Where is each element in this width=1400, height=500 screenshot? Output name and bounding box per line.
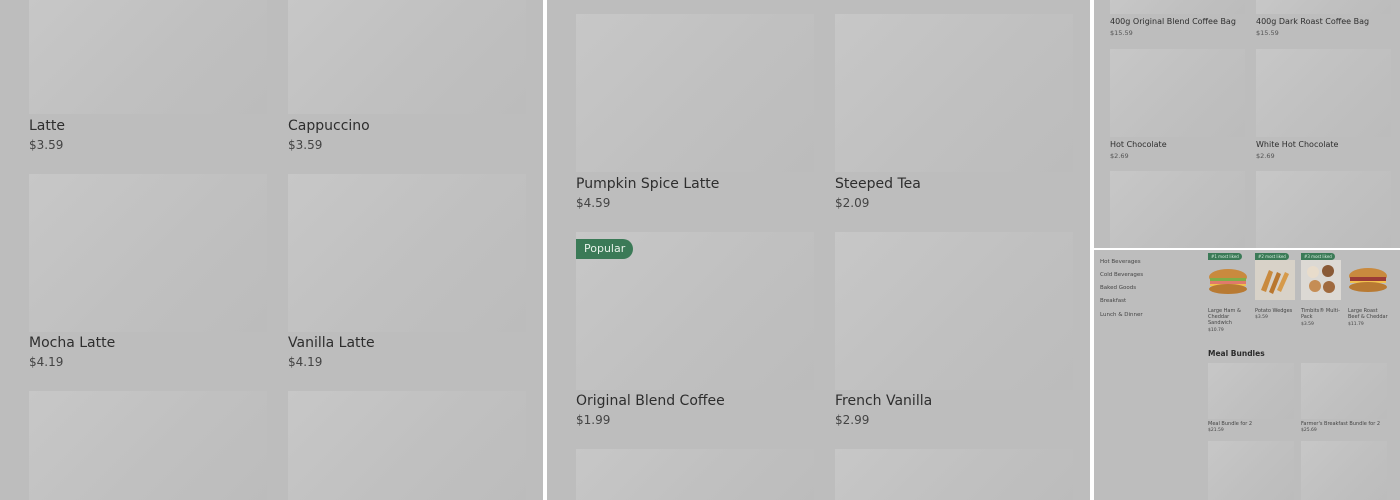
item-name[interactable]: 400g Dark Roast Coffee Bag	[1256, 17, 1369, 26]
item-image[interactable]	[1110, 0, 1245, 14]
roast-beef-icon[interactable]	[1348, 260, 1388, 300]
sidebar-item-hot-beverages[interactable]: Hot Beverages	[1100, 259, 1141, 265]
menu-panel-hot-beverages: Latte $3.59 Cappuccino $3.59 Mocha Latte…	[0, 0, 543, 500]
sidebar-item-cold-beverages[interactable]: Cold Beverages	[1100, 272, 1143, 278]
item-name[interactable]: Mocha Latte	[29, 335, 115, 351]
item-image[interactable]	[29, 391, 267, 500]
menu-panel-coffee-tea: Pumpkin Spice Latte $4.59 Steeped Tea $2…	[547, 0, 1090, 500]
item-price: $2.09	[835, 196, 870, 210]
item-image[interactable]	[1256, 171, 1391, 248]
popular-badge: Popular	[576, 239, 634, 259]
steeped-tea-image[interactable]	[835, 14, 1073, 172]
item-price: $3.59	[288, 138, 323, 152]
white-hot-chocolate-image[interactable]	[1256, 49, 1391, 137]
item-name[interactable]: Large Roast Beef & Cheddar	[1348, 308, 1390, 320]
item-price: $1.99	[576, 413, 611, 427]
latte-image[interactable]	[29, 0, 267, 114]
item-price: $3.59	[29, 138, 64, 152]
vanilla-latte-image[interactable]	[288, 174, 526, 332]
item-name[interactable]: Farmer's Breakfast Bundle for 2	[1301, 421, 1380, 427]
item-image[interactable]	[1256, 0, 1391, 14]
item-price: $3.59	[1301, 322, 1314, 327]
item-image[interactable]	[288, 391, 526, 500]
sidebar-item-baked-goods[interactable]: Baked Goods	[1100, 285, 1136, 291]
item-price: $4.59	[576, 196, 611, 210]
item-price: $2.69	[1110, 152, 1129, 160]
item-price: $2.69	[1256, 152, 1275, 160]
sidebar-item-lunch-dinner[interactable]: Lunch & Dinner	[1100, 312, 1143, 318]
sandwich-icon[interactable]	[1208, 260, 1248, 300]
item-price: $15.59	[1256, 29, 1279, 37]
timbits-icon[interactable]	[1301, 260, 1341, 300]
bundle-image[interactable]	[1301, 363, 1387, 419]
wedges-icon[interactable]	[1255, 260, 1295, 300]
item-price: $21.59	[1208, 428, 1224, 433]
item-image[interactable]	[835, 449, 1073, 500]
pumpkin-spice-latte-image[interactable]	[576, 14, 814, 172]
mocha-latte-image[interactable]	[29, 174, 267, 332]
item-name[interactable]: Steeped Tea	[835, 176, 921, 192]
item-price: $25.69	[1301, 428, 1317, 433]
item-image[interactable]	[576, 449, 814, 500]
item-price: $3.59	[1255, 315, 1268, 320]
item-price: $4.19	[288, 355, 323, 369]
menu-panel-coffee-bags: 400g Original Blend Coffee Bag $15.59 40…	[1094, 0, 1400, 248]
cappuccino-image[interactable]	[288, 0, 526, 114]
item-name[interactable]: White Hot Chocolate	[1256, 140, 1338, 149]
item-name[interactable]: Original Blend Coffee	[576, 393, 725, 409]
item-name[interactable]: Hot Chocolate	[1110, 140, 1167, 149]
item-name[interactable]: Timbits® Multi-Pack	[1301, 308, 1341, 320]
item-name[interactable]: Meal Bundle for 2	[1208, 421, 1252, 427]
item-name[interactable]: French Vanilla	[835, 393, 932, 409]
bundle-image[interactable]	[1208, 363, 1294, 419]
item-name[interactable]: Vanilla Latte	[288, 335, 375, 351]
item-name[interactable]: 400g Original Blend Coffee Bag	[1110, 17, 1236, 26]
item-price: $10.79	[1208, 328, 1224, 333]
item-price: $4.19	[29, 355, 64, 369]
hot-chocolate-image[interactable]	[1110, 49, 1245, 137]
item-name[interactable]: Large Ham & Cheddar Sandwich	[1208, 308, 1250, 326]
bundle-image[interactable]	[1301, 441, 1387, 500]
item-price: $11.79	[1348, 322, 1364, 327]
item-name[interactable]: Latte	[29, 118, 65, 134]
item-price: $2.99	[835, 413, 870, 427]
bundle-image[interactable]	[1208, 441, 1294, 500]
most-liked-badge: #3 most liked	[1301, 253, 1335, 260]
item-name[interactable]: Potato Wedges	[1255, 308, 1292, 314]
most-liked-badge: #1 most liked	[1208, 253, 1242, 260]
item-price: $15.59	[1110, 29, 1133, 37]
most-liked-badge: #2 most liked	[1255, 253, 1289, 260]
section-title: Meal Bundles	[1208, 349, 1265, 358]
item-name[interactable]: Cappuccino	[288, 118, 370, 134]
french-vanilla-image[interactable]	[835, 232, 1073, 390]
menu-panel-overview: Hot Beverages Cold Beverages Baked Goods…	[1094, 250, 1400, 500]
sidebar-item-breakfast[interactable]: Breakfast	[1100, 298, 1126, 304]
item-name[interactable]: Pumpkin Spice Latte	[576, 176, 719, 192]
item-image[interactable]	[1110, 171, 1245, 248]
